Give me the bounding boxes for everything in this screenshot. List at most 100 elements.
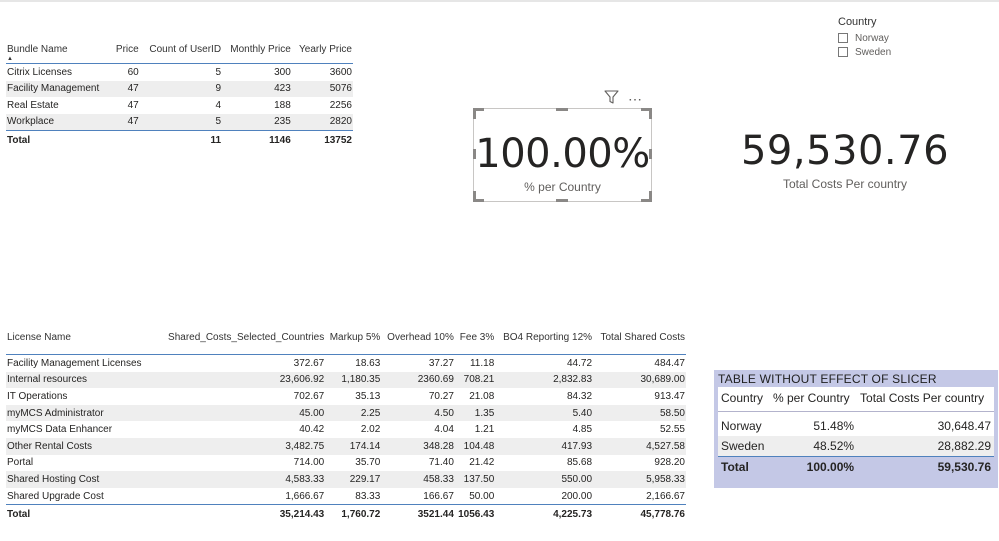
table-row[interactable]: Portal 714.00 35.70 71.40 21.42 85.68 928.20	[6, 455, 686, 472]
column-header-count-userid[interactable]: Count of UserID	[140, 44, 222, 64]
table-cell: 48.52%	[769, 436, 858, 457]
table-cell: 13752	[291, 130, 353, 149]
table-row[interactable]: Sweden 48.52% 28,882.29	[718, 436, 994, 457]
table-cell: 928.20	[654, 457, 685, 469]
table-cell: 550.00	[495, 471, 594, 488]
table-cell: 4	[215, 99, 222, 111]
table-cell: 35.13	[355, 390, 381, 402]
country-slicer[interactable]: Country Norway Sweden	[838, 16, 958, 59]
table-cell: 2.25	[325, 404, 382, 422]
column-header-overhead[interactable]: Overhead 10%	[381, 332, 455, 355]
table-cell: 2.02	[360, 424, 381, 436]
resize-handle[interactable]	[641, 108, 652, 119]
card-value: 100.00%	[475, 131, 650, 177]
table-total-row: Total 100.00% 59,530.76	[718, 456, 994, 477]
table-row[interactable]: Shared Upgrade Cost 1,666.67 83.33 166.67 50…	[6, 488, 686, 505]
slicer-option-norway[interactable]: Norway	[838, 31, 958, 45]
column-header-fee[interactable]: Fee 3%	[455, 332, 495, 355]
table-cell: Facility Management	[6, 80, 113, 97]
table-cell: 18.63	[325, 353, 382, 372]
table-cell: 5,958.33	[593, 471, 686, 488]
table-row[interactable]: myMCS Administrator 45.00 2.25 4.50 1.35 5.40…	[6, 404, 686, 422]
total-costs-card[interactable]: 59,530.76 Total Costs Per country	[730, 124, 960, 196]
resize-handle[interactable]	[473, 108, 484, 119]
table-cell: Portal	[7, 457, 34, 469]
table-cell: 37.27	[381, 353, 455, 372]
resize-handle[interactable]	[556, 199, 568, 202]
filter-icon[interactable]	[604, 89, 619, 109]
column-header-country[interactable]: Country	[718, 387, 770, 412]
table-cell: 348.28	[381, 437, 455, 455]
table-cell: 458.33	[381, 471, 455, 488]
table-cell: 4.04	[434, 424, 454, 436]
percent-per-country-card[interactable]: 100.00% % per Country	[473, 108, 652, 202]
table-cell: 229.17	[325, 471, 382, 488]
column-header-total-costs[interactable]: Total Costs Per country	[857, 387, 994, 412]
table-row[interactable]: myMCS Data Enhancer 40.42 2.02 4.04 1.21 4.85…	[6, 421, 686, 438]
table-row[interactable]: Internal resources 23,606.92 1,180.35 2360.…	[6, 371, 686, 389]
table-row[interactable]: Facility Management Licenses 372.67 18.63 3…	[6, 353, 686, 372]
table-cell: 47	[127, 99, 139, 111]
slicer-option-label: Sweden	[855, 46, 892, 58]
table-cell: 51.48%	[769, 411, 858, 436]
visual-header-toolbar: ⋯	[604, 89, 650, 109]
table-row[interactable]: IT Operations 702.67 35.13 70.27 21.08 84.32 9…	[6, 388, 686, 405]
card-label: Total Costs Per country	[782, 177, 908, 191]
table-cell: 166.67	[423, 490, 454, 502]
table-cell: 71.40	[428, 457, 454, 469]
card-value: 59,530.76	[740, 128, 950, 174]
table-cell: 4,527.58	[593, 437, 686, 455]
table-cell: 174.14	[325, 437, 382, 455]
table-cell: 23,606.92	[154, 371, 326, 389]
table-header-row: Bundle Name ▲ Price Count of UserID Mont…	[6, 44, 353, 64]
slicer-option-label: Norway	[855, 32, 889, 44]
total-label: Total	[718, 456, 770, 477]
column-header-yearly-price[interactable]: Yearly Price	[292, 44, 353, 64]
no-slicer-table: Country % per Country Total Costs Per co…	[718, 387, 994, 477]
column-header-price[interactable]: Price	[113, 44, 140, 64]
shared-costs-table-visual[interactable]: License Name Shared_Costs_Selected_Count…	[6, 332, 686, 523]
column-header-total-shared-costs[interactable]: Total Shared Costs	[593, 332, 686, 355]
table-cell: Norway	[718, 411, 770, 436]
table-cell: 137.50	[454, 471, 496, 488]
table-row[interactable]: Other Rental Costs 3,482.75 174.14 348.28 10…	[6, 437, 686, 455]
table-cell: 4.50	[381, 404, 455, 422]
table-body: Facility Management Licenses 372.67 18.63 3…	[6, 353, 686, 505]
table-title: TABLE WITHOUT EFFECT OF SLICER	[718, 372, 937, 386]
table-cell: 11.18	[454, 353, 496, 372]
column-header-bundle-name[interactable]: Bundle Name ▲	[6, 44, 113, 64]
table-row[interactable]: Workplace 47 5 235 2820	[6, 113, 353, 131]
slicer-option-sweden[interactable]: Sweden	[838, 45, 958, 59]
checkbox-icon[interactable]	[838, 33, 848, 43]
no-slicer-table-visual[interactable]: TABLE WITHOUT EFFECT OF SLICER Country %…	[714, 370, 998, 488]
table-cell: 30,689.00	[593, 371, 686, 389]
table-row[interactable]: Citrix Licenses 60 5 300 3600	[6, 63, 353, 81]
table-cell: 484.47	[593, 353, 686, 372]
column-header-bo4-reporting[interactable]: BO4 Reporting 12%	[495, 332, 593, 355]
column-header-shared-costs[interactable]: Shared_Costs_Selected_Countries	[154, 332, 325, 355]
bundle-table-visual[interactable]: Bundle Name ▲ Price Count of UserID Mont…	[6, 44, 353, 149]
table-cell: Citrix Licenses	[6, 63, 113, 81]
column-header-license-name[interactable]: License Name	[6, 332, 154, 355]
table-cell: 83.33	[355, 490, 381, 502]
checkbox-icon[interactable]	[838, 47, 848, 57]
table-row[interactable]: Shared Hosting Cost 4,583.33 229.17 458.33 1…	[6, 471, 686, 488]
table-row[interactable]: Norway 51.48% 30,648.47	[718, 411, 994, 436]
table-cell: 85.68	[567, 457, 593, 469]
table-cell: 2256	[329, 99, 352, 111]
column-header-monthly-price[interactable]: Monthly Price	[222, 44, 292, 64]
column-header-percent[interactable]: % per Country	[769, 387, 858, 412]
table-cell: Workplace	[6, 113, 113, 131]
table-cell: 5.40	[495, 404, 594, 422]
table-cell: myMCS Administrator	[6, 404, 155, 422]
table-cell: Shared Upgrade Cost	[7, 490, 104, 502]
table-cell: myMCS Data Enhancer	[7, 424, 113, 436]
slicer-title: Country	[838, 16, 877, 28]
table-cell: 714.00	[293, 457, 325, 469]
column-header-markup[interactable]: Markup 5%	[325, 332, 381, 355]
more-options-icon[interactable]: ⋯	[628, 92, 643, 106]
table-row[interactable]: Facility Management 47 9 423 5076	[6, 80, 353, 97]
table-row[interactable]: Real Estate 47 4 188 2256	[6, 97, 353, 114]
resize-handle[interactable]	[556, 108, 568, 111]
table-cell: 2820	[291, 113, 353, 131]
